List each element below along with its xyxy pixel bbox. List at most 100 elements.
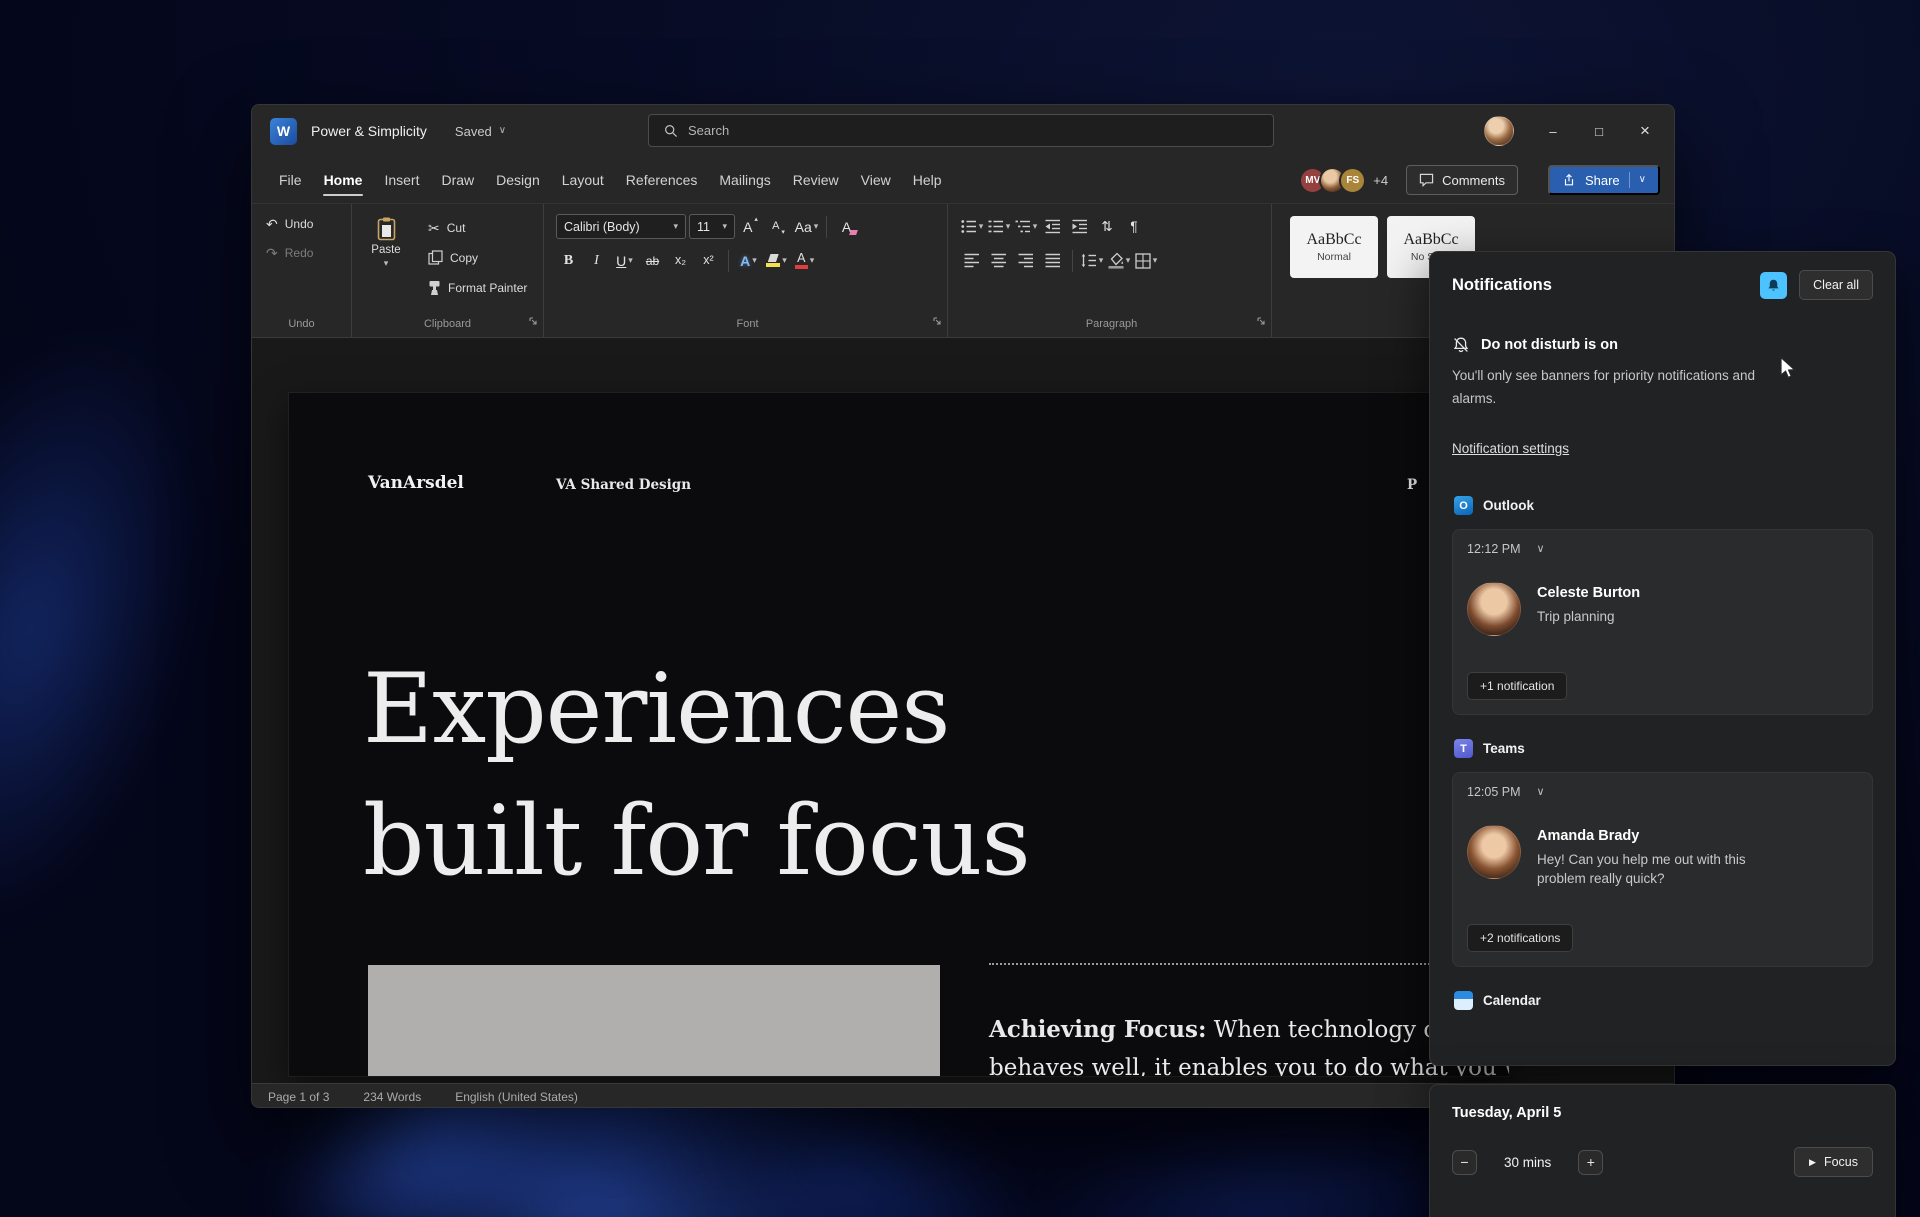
teams-notification-card[interactable]: 12:05 PM ∨ Amanda Brady Hey! Can you hel… xyxy=(1452,772,1873,967)
close-button[interactable]: × xyxy=(1622,105,1668,157)
share-icon xyxy=(1562,173,1576,187)
tab-home[interactable]: Home xyxy=(313,157,374,203)
image-placeholder[interactable] xyxy=(368,965,940,1076)
tab-references[interactable]: References xyxy=(615,157,709,203)
outlook-group-header[interactable]: O Outlook xyxy=(1454,496,1871,515)
search-box[interactable] xyxy=(648,114,1274,147)
justify-button[interactable] xyxy=(1041,248,1065,273)
align-right-button[interactable] xyxy=(1014,248,1038,273)
align-center-button[interactable] xyxy=(987,248,1011,273)
dropdown-icon: ▾ xyxy=(1126,256,1131,265)
decrease-indent-button[interactable] xyxy=(1041,214,1065,239)
more-notifications-chip[interactable]: +2 notifications xyxy=(1467,924,1573,952)
notification-center: Notifications Clear all Do not disturb i… xyxy=(1429,251,1896,1066)
tab-view[interactable]: View xyxy=(850,157,902,203)
increase-indent-button[interactable] xyxy=(1068,214,1092,239)
tab-mailings[interactable]: Mailings xyxy=(708,157,781,203)
comments-button[interactable]: Comments xyxy=(1406,165,1518,195)
shading-button[interactable]: ▾ xyxy=(1107,248,1131,273)
superscript-button[interactable]: x² xyxy=(696,248,721,273)
sender-avatar xyxy=(1467,825,1521,879)
grow-font-button[interactable]: A ▴ xyxy=(738,214,763,239)
increase-duration-button[interactable]: + xyxy=(1578,1150,1603,1175)
highlighter-icon xyxy=(766,254,780,267)
notification-time-row: 12:12 PM ∨ xyxy=(1467,542,1858,556)
multilevel-list-button[interactable]: ▾ xyxy=(1014,214,1038,239)
change-case-button[interactable]: Aa ▾ xyxy=(794,214,819,239)
clipboard-dialog-launcher[interactable] xyxy=(528,314,538,329)
share-button[interactable]: Share ∨ xyxy=(1548,165,1660,195)
tab-insert[interactable]: Insert xyxy=(373,157,430,203)
minimize-button[interactable]: – xyxy=(1530,105,1576,157)
calendar-group-header[interactable]: Calendar xyxy=(1454,991,1871,1010)
dropdown-icon: ▾ xyxy=(782,256,787,265)
account-avatar[interactable] xyxy=(1484,116,1514,146)
tab-review[interactable]: Review xyxy=(782,157,850,203)
tab-layout[interactable]: Layout xyxy=(551,157,615,203)
cut-button[interactable]: ✂ Cut xyxy=(422,218,533,238)
decrease-duration-button[interactable]: − xyxy=(1452,1150,1477,1175)
presence-avatar-fs[interactable]: FS xyxy=(1339,167,1366,194)
outlook-notification-card[interactable]: 12:12 PM ∨ Celeste Burton Trip planning … xyxy=(1452,529,1873,715)
paste-button[interactable]: Paste ▾ xyxy=(360,214,412,299)
tab-draw[interactable]: Draw xyxy=(430,157,485,203)
redo-button[interactable]: ↷ Redo xyxy=(260,243,343,263)
calendar-icon xyxy=(1454,991,1473,1010)
page-indicator[interactable]: Page 1 of 3 xyxy=(268,1090,329,1104)
multilevel-list-icon xyxy=(1015,219,1031,234)
sort-button[interactable]: ⇅ xyxy=(1095,214,1119,239)
expand-chevron-icon[interactable]: ∨ xyxy=(1537,544,1545,555)
subscript-button[interactable]: x₂ xyxy=(668,248,693,273)
format-painter-button[interactable]: Format Painter xyxy=(422,277,533,299)
language-indicator[interactable]: English (United States) xyxy=(455,1090,578,1104)
notification-settings-link[interactable]: Notification settings xyxy=(1452,441,1569,456)
font-name-combo[interactable]: Calibri (Body) ▾ xyxy=(556,214,686,239)
tab-help[interactable]: Help xyxy=(902,157,953,203)
dialog-launcher-icon xyxy=(932,316,942,326)
strikethrough-button[interactable]: ab xyxy=(640,248,665,273)
shrink-font-button[interactable]: A ▾ xyxy=(766,214,791,239)
document-header-center: VA Shared Design xyxy=(556,477,691,493)
underline-button[interactable]: U ▾ xyxy=(612,248,637,273)
presence-overflow-count[interactable]: +4 xyxy=(1373,173,1388,188)
share-divider xyxy=(1629,172,1630,188)
highlight-button[interactable]: ▾ xyxy=(764,248,789,273)
do-not-disturb-toggle[interactable] xyxy=(1760,272,1787,299)
font-dialog-launcher[interactable] xyxy=(932,314,942,329)
line-spacing-button[interactable]: ▾ xyxy=(1080,248,1104,273)
strikethrough-letters: ab xyxy=(646,255,659,267)
teams-group-header[interactable]: T Teams xyxy=(1454,739,1871,758)
style-normal[interactable]: AaBbCc Normal xyxy=(1290,216,1378,278)
expand-chevron-icon[interactable]: ∨ xyxy=(1537,787,1545,798)
font-size-combo[interactable]: 11 ▾ xyxy=(689,214,735,239)
start-focus-button[interactable]: ▶ Focus xyxy=(1794,1147,1873,1177)
tab-design[interactable]: Design xyxy=(485,157,551,203)
align-left-button[interactable] xyxy=(960,248,984,273)
undo-button[interactable]: ↶ Undo xyxy=(260,214,343,234)
text-effects-button[interactable]: A ▾ xyxy=(736,248,761,273)
copy-button[interactable]: Copy xyxy=(422,247,533,268)
font-color-button[interactable]: A ▾ xyxy=(792,248,817,273)
outlook-group-label: Outlook xyxy=(1483,498,1534,513)
word-count[interactable]: 234 Words xyxy=(363,1090,421,1104)
italic-button[interactable]: I xyxy=(584,248,609,273)
search-input[interactable] xyxy=(688,123,1258,138)
borders-button[interactable]: ▾ xyxy=(1134,248,1158,273)
maximize-button[interactable]: □ xyxy=(1576,105,1622,157)
copy-icon xyxy=(428,250,443,265)
paragraph-dialog-launcher[interactable] xyxy=(1256,314,1266,329)
bullets-button[interactable]: ▾ xyxy=(960,214,984,239)
dialog-launcher-icon xyxy=(528,316,538,326)
document-page[interactable]: VanArsdel VA Shared Design P Experiences… xyxy=(289,393,1509,1076)
clear-all-button[interactable]: Clear all xyxy=(1799,270,1873,300)
clear-formatting-button[interactable]: A xyxy=(834,214,859,239)
bell-off-icon xyxy=(1452,336,1470,354)
show-formatting-button[interactable]: ¶ xyxy=(1122,214,1146,239)
numbering-button[interactable]: ▾ xyxy=(987,214,1011,239)
more-notifications-chip[interactable]: +1 notification xyxy=(1467,672,1567,700)
decrease-indent-icon xyxy=(1045,219,1061,234)
tab-file[interactable]: File xyxy=(268,157,313,203)
bold-button[interactable]: B xyxy=(556,248,581,273)
save-status-dropdown[interactable]: Saved ∨ xyxy=(455,124,506,139)
mouse-cursor xyxy=(1778,356,1800,380)
